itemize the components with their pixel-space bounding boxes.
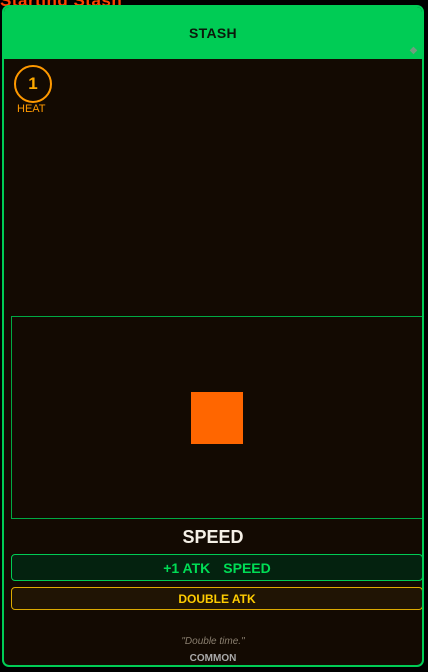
trait-box: DOUBLE ATK [11, 587, 422, 610]
effect-atk: +1 ATK [163, 559, 211, 576]
diamond-icon: ◆ [409, 45, 418, 56]
page: Starting Stash STASH ◆ 1 HEAT SPEED +1 A… [0, 0, 428, 672]
trait-label: DOUBLE ATK [178, 591, 256, 606]
heat-label: HEAT [17, 103, 46, 115]
card-name: SPEED [182, 527, 244, 547]
heat-value: 1 [28, 74, 38, 93]
card-art-frame [11, 316, 422, 519]
card-art-square-icon [191, 392, 243, 444]
flavor-text: "Double time." [181, 636, 245, 647]
effect-speed: SPEED [223, 559, 271, 576]
card-header-title: STASH [189, 25, 237, 41]
rarity-label: COMMON [189, 653, 237, 664]
card-header: STASH ◆ [4, 7, 422, 59]
heat-badge: 1 [14, 65, 52, 103]
effect-box: +1 ATK SPEED [11, 554, 422, 581]
stash-card[interactable]: STASH ◆ 1 HEAT SPEED +1 ATK SPEED DOUBLE… [2, 5, 424, 667]
